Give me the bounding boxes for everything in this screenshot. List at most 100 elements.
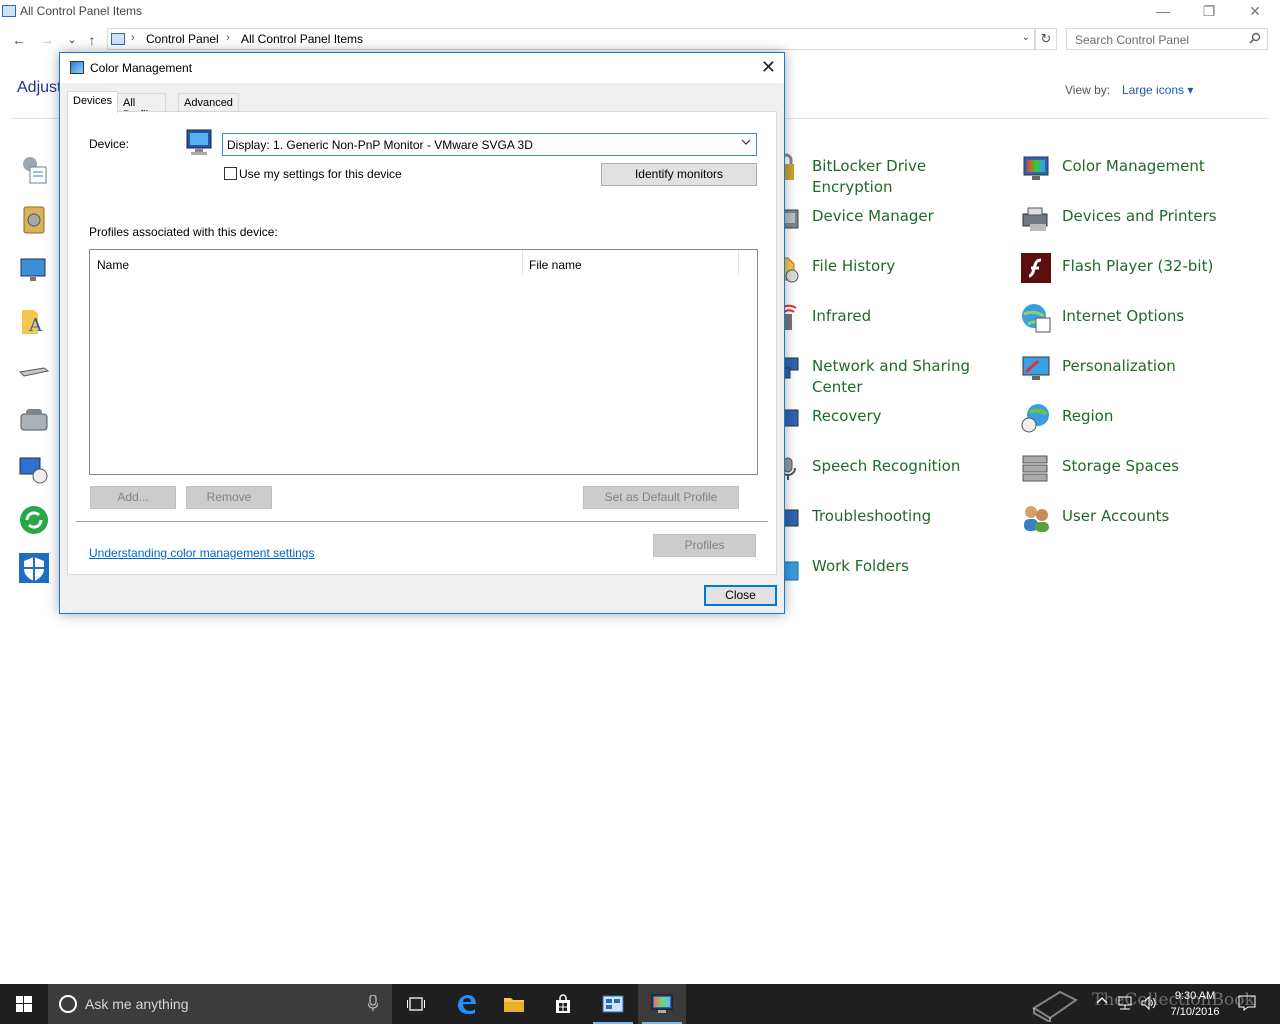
cp-item-label: Storage Spaces [1062,457,1179,475]
breadcrumb-all-items[interactable]: All Control Panel Items [241,32,363,46]
keyboard-icon[interactable] [18,354,50,386]
cp-item-label: Network and Sharing Center [812,357,970,396]
breadcrumb-control-panel[interactable]: Control Panel [146,32,219,46]
address-dropdown-icon[interactable]: ⌄ [1022,32,1030,43]
cp-item-bitlocker[interactable]: BitLocker Drive Encryption [770,148,1000,196]
system-clock[interactable]: 9:30 AM 7/10/2016 [1158,988,1232,1020]
cp-item-file-history[interactable]: File History [770,248,1000,288]
address-toolbar: ← → ⌄ ↑ › Control Panel › All Control Pa… [0,26,1280,54]
color-management-taskbar-icon[interactable] [638,984,686,1024]
minimize-button[interactable]: — [1140,0,1186,24]
use-settings-checkbox[interactable] [224,167,237,180]
cp-item-speech-recognition[interactable]: Speech Recognition [770,448,1000,488]
address-box[interactable]: › Control Panel › All Control Panel Item… [107,28,1035,50]
forward-button[interactable]: → [37,30,57,50]
cp-item-flash-player[interactable]: Flash Player (32-bit) [1020,248,1250,288]
cp-item-device-manager[interactable]: Device Manager [770,198,1000,238]
cp-item-personalization[interactable]: Personalization [1020,348,1250,388]
cp-item-user-accounts[interactable]: User Accounts [1020,498,1250,538]
store-icon[interactable] [539,984,587,1024]
edge-icon[interactable] [442,984,490,1024]
refresh-button[interactable]: ↻ [1035,28,1057,50]
admin-tools-icon[interactable] [18,154,50,186]
cp-item-infrared[interactable]: Infrared [770,298,1000,338]
profiles-list[interactable]: Name File name [89,249,758,475]
device-dropdown[interactable]: Display: 1. Generic Non-PnP Monitor - VM… [222,133,757,156]
cp-item-internet-options[interactable]: Internet Options [1020,298,1250,338]
control-panel-icon [2,5,16,17]
user-accounts-icon [1024,506,1049,532]
close-button[interactable]: Close [704,585,777,606]
column-header-file-name[interactable]: File name [529,258,582,272]
windows-defender-icon[interactable] [18,552,50,584]
search-input[interactable]: Search Control Panel [1066,28,1268,50]
sync-center-icon[interactable] [18,504,50,536]
set-default-profile-button[interactable]: Set as Default Profile [583,486,739,509]
cortana-icon [59,995,77,1013]
device-dropdown-value: Display: 1. Generic Non-PnP Monitor - VM… [227,138,533,152]
add-button[interactable]: Add... [90,486,176,509]
cp-item-recovery[interactable]: Recovery [770,398,1000,438]
restore-button[interactable]: ❐ [1186,0,1232,24]
cp-item-label: Personalization [1062,357,1176,375]
cp-item-color-management[interactable]: Color Management [1020,148,1250,188]
storage-spaces-icon [1022,455,1048,482]
internet-options-icon [1022,304,1051,333]
start-button[interactable] [0,984,48,1024]
page-heading: Adjust [17,79,62,96]
microphone-icon[interactable] [367,994,379,1014]
dialog-close-icon[interactable]: ✕ [761,57,776,78]
cp-item-label: Internet Options [1062,307,1185,325]
remove-button[interactable]: Remove [186,486,272,509]
control-panel-taskbar-icon[interactable] [589,984,637,1024]
cp-item-region[interactable]: Region [1020,398,1250,438]
color-management-help-link[interactable]: Understanding color management settings [89,546,314,560]
profiles-button[interactable]: Profiles [653,534,756,557]
remoteapp-icon[interactable] [18,454,50,486]
phone-modem-icon[interactable] [18,404,50,436]
divider [76,521,768,522]
cp-item-work-folders[interactable]: Work Folders [770,548,1000,588]
cp-item-storage-spaces[interactable]: Storage Spaces [1020,448,1250,488]
task-view-icon[interactable] [392,984,440,1024]
cp-item-devices-printers[interactable]: Devices and Printers [1020,198,1250,238]
cp-item-label: Speech Recognition [812,457,961,475]
cp-item-troubleshooting[interactable]: Troubleshooting [770,498,1000,538]
monitor-icon [186,129,212,155]
devices-printers-icon [1022,207,1048,231]
svg-text:A: A [28,315,43,336]
backup-icon[interactable] [18,204,50,236]
column-header-name[interactable]: Name [97,258,129,272]
recent-locations-button[interactable]: ⌄ [62,30,82,50]
up-button[interactable]: ↑ [82,30,102,50]
action-center-icon[interactable] [1238,995,1256,1014]
windows-logo-icon [16,996,32,1012]
file-explorer-icon[interactable] [490,984,538,1024]
breadcrumb-separator: › [226,32,230,44]
cp-item-label: Recovery [812,407,882,425]
tab-all-profiles[interactable]: All Profiles [117,93,166,121]
view-by-dropdown[interactable]: Large icons ▾ [1122,83,1193,97]
cp-item-label: Device Manager [812,207,934,225]
tab-devices[interactable]: Devices [67,91,119,113]
region-icon [1021,404,1049,433]
book-watermark-icon [1030,986,1080,1024]
control-panel-icon [111,33,125,45]
identify-monitors-button[interactable]: Identify monitors [601,163,757,186]
fonts-icon[interactable]: A [18,304,50,336]
color-management-icon [1023,156,1049,180]
dialog-titlebar: Color Management ✕ [60,53,784,83]
cp-item-label: User Accounts [1062,507,1170,525]
tab-advanced[interactable]: Advanced [178,93,239,112]
cp-item-label: Troubleshooting [812,507,932,525]
close-window-button[interactable]: ✕ [1232,0,1278,24]
cp-item-label: File History [812,257,896,275]
search-icon [1249,32,1261,47]
cp-item-label: BitLocker Drive Encryption [812,157,927,196]
cortana-search-box[interactable]: Ask me anything [48,984,392,1024]
display-icon[interactable] [18,254,50,286]
back-button[interactable]: ← [9,30,29,50]
cp-item-label: Work Folders [812,557,909,575]
color-management-dialog: Color Management ✕ Devices All Profiles … [59,52,785,614]
cp-item-network-sharing[interactable]: Network and Sharing Center [770,348,1000,398]
